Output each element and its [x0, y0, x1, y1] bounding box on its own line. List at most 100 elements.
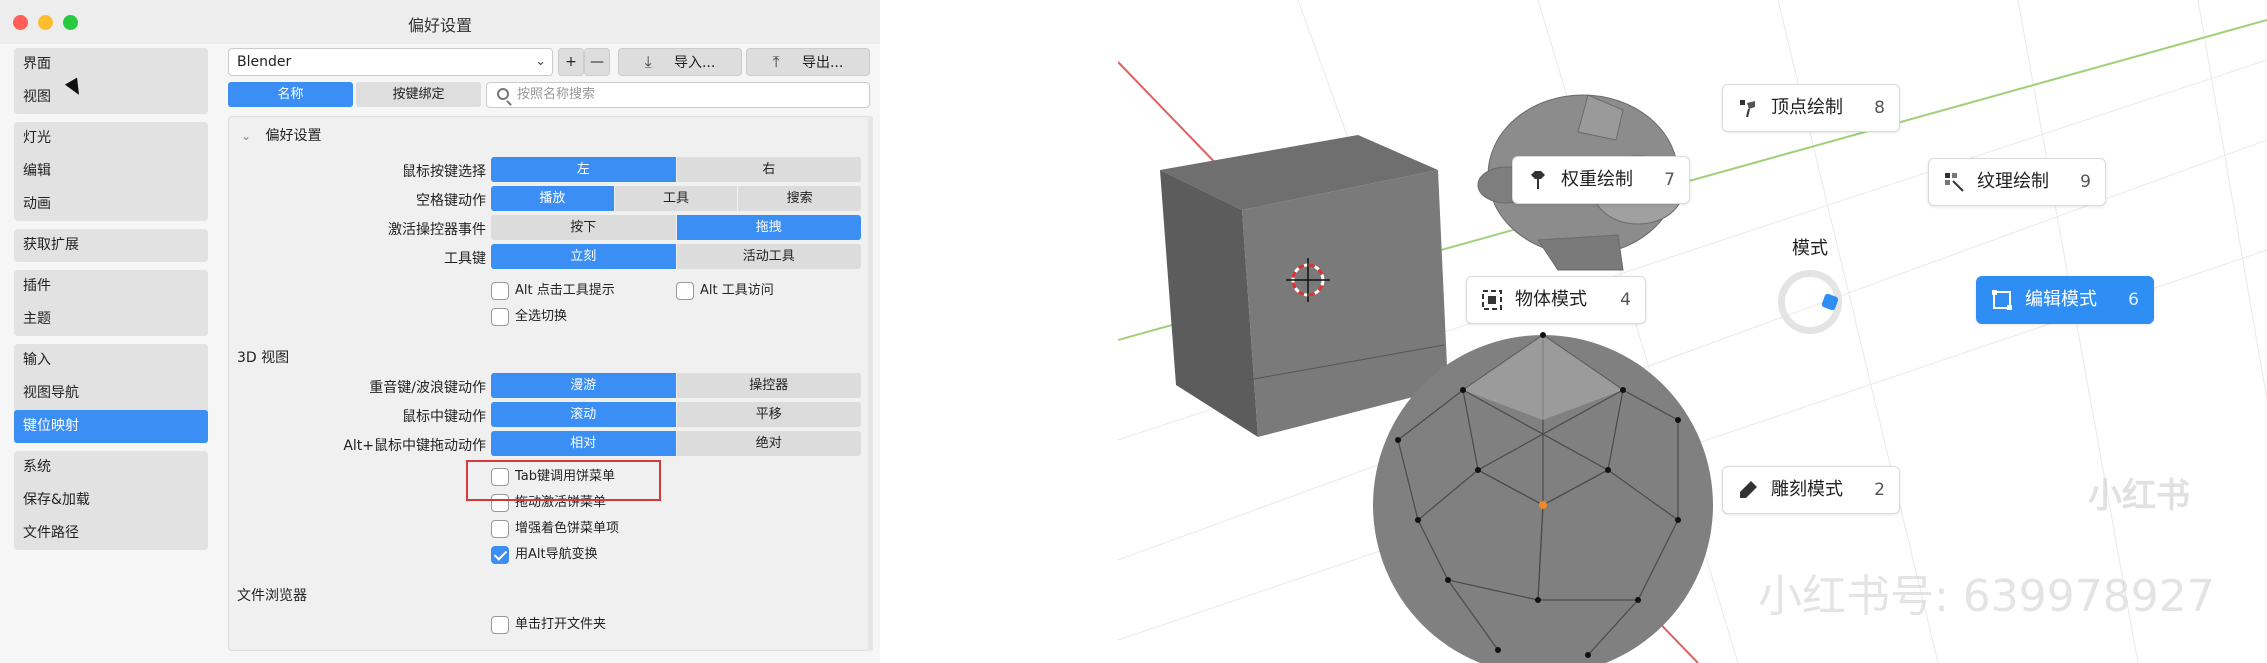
sidebar-group: 获取扩展 [14, 229, 208, 262]
export-button[interactable]: ⤒ 导出... [746, 48, 870, 76]
file-browser-section-title: 文件浏览器 [237, 588, 307, 604]
chevron-down-icon: ⌄ [241, 129, 252, 143]
single-click-open-folder-checkbox[interactable]: 单击打开文件夹 [491, 614, 606, 636]
option-search[interactable]: 搜索 [738, 186, 861, 211]
checkbox-label: 全选切换 [515, 309, 568, 324]
pie-direction-indicator [1778, 270, 1842, 334]
pie-item-weight-paint[interactable]: 权重绘制 7 [1512, 156, 1690, 204]
pie-item-object-mode[interactable]: 物体模式 4 [1466, 276, 1646, 324]
middle-mouse-row: 鼠标中键动作 滚动 平移 [229, 402, 871, 428]
import-button[interactable]: ⤓ 导入... [618, 48, 742, 76]
remove-preset-button[interactable]: — [584, 48, 610, 76]
sidebar-group: 输入 视图导航 键位映射 [14, 344, 208, 443]
sidebar-item-input[interactable]: 输入 [14, 344, 208, 377]
pie-item-shortcut: 4 [1620, 290, 1631, 310]
chevron-down-icon: ⌄ [535, 54, 546, 69]
row-label: 激活操控器事件 [388, 222, 486, 238]
preferences-window: 偏好设置 界面 视图 灯光 编辑 动画 获取扩展 插件 主题 输入 视图导航 键… [0, 0, 880, 663]
sidebar-item-addons[interactable]: 插件 [14, 270, 208, 303]
pie-item-shortcut: 6 [2128, 290, 2139, 310]
pie-item-label: 权重绘制 [1561, 169, 1633, 190]
pie-item-vertex-paint[interactable]: 顶点绘制 8 [1722, 84, 1900, 132]
row-label: 鼠标按键选择 [402, 164, 486, 180]
middle-mouse-toggle: 滚动 平移 [491, 402, 861, 427]
highlight-annotation-box [466, 460, 661, 501]
import-icon: ⤓ [644, 52, 652, 71]
sidebar-item-file-paths[interactable]: 文件路径 [14, 517, 208, 550]
option-press[interactable]: 按下 [491, 215, 677, 240]
spacebar-action-row: 空格键动作 播放 工具 搜索 [229, 186, 871, 212]
checkbox-box [676, 282, 694, 300]
grave-accent-row: 重音键/波浪键动作 漫游 操控器 [229, 373, 871, 399]
watermark-id: 小红书号: 639978927 [1758, 571, 2215, 622]
pie-item-edit-mode[interactable]: 编辑模式 6 [1976, 276, 2154, 324]
sidebar-item-editing[interactable]: 编辑 [14, 155, 208, 188]
sidebar-item-viewport[interactable]: 视图 [14, 81, 208, 114]
pie-item-shortcut: 7 [1664, 170, 1675, 190]
alt-click-tool-prompt-checkbox[interactable]: Alt 点击工具提示 [491, 280, 615, 302]
tool-keys-toggle: 立刻 活动工具 [491, 244, 861, 269]
sidebar-item-themes[interactable]: 主题 [14, 303, 208, 336]
pie-item-texture-paint[interactable]: 纹理绘制 9 [1928, 158, 2106, 206]
search-placeholder: 按照名称搜索 [517, 87, 596, 102]
3d-viewport[interactable]: 顶点绘制 8 权重绘制 7 纹理绘制 9 物体模式 4 模式 编辑模式 6 雕刻… [1118, 0, 2267, 663]
sidebar: 界面 视图 灯光 编辑 动画 获取扩展 插件 主题 输入 视图导航 键位映射 系… [14, 48, 208, 558]
pie-item-sculpt-mode[interactable]: 雕刻模式 2 [1722, 466, 1900, 514]
option-right[interactable]: 右 [676, 157, 861, 182]
alt-tool-access-checkbox[interactable]: Alt 工具访问 [676, 280, 774, 302]
pie-item-shortcut: 8 [1874, 98, 1885, 118]
search-icon [497, 88, 509, 100]
sidebar-item-navigation[interactable]: 视图导航 [14, 377, 208, 410]
option-tools[interactable]: 工具 [614, 186, 739, 211]
sidebar-item-animation[interactable]: 动画 [14, 188, 208, 221]
sculpt-mode-icon [1740, 481, 1757, 498]
spacebar-action-toggle: 播放 工具 搜索 [491, 186, 861, 211]
checkbox-box [491, 308, 509, 326]
option-absolute[interactable]: 绝对 [676, 431, 861, 456]
select-all-toggles-checkbox[interactable]: 全选切换 [491, 306, 567, 328]
row-label: 工具键 [444, 251, 486, 267]
gizmo-event-row: 激活操控器事件 按下 拖拽 [229, 215, 871, 241]
option-scroll[interactable]: 滚动 [491, 402, 677, 427]
sidebar-item-interface[interactable]: 界面 [14, 48, 208, 81]
preset-value: Blender [237, 54, 292, 70]
alt-middle-drag-row: Alt+鼠标中键拖动动作 相对 绝对 [229, 431, 871, 457]
option-play[interactable]: 播放 [491, 186, 615, 211]
keymap-preset-select[interactable]: Blender ⌄ [228, 48, 553, 76]
option-active-tool[interactable]: 活动工具 [676, 244, 861, 269]
pie-item-shortcut: 2 [1874, 480, 1885, 500]
option-immediate[interactable]: 立刻 [491, 244, 677, 269]
tab-name[interactable]: 名称 [228, 82, 353, 107]
sidebar-item-keymap[interactable]: 键位映射 [14, 410, 208, 443]
extra-shading-pie-checkbox[interactable]: 增强着色饼菜单项 [491, 518, 619, 540]
option-navigate[interactable]: 漫游 [491, 373, 677, 398]
export-label: 导出... [801, 55, 844, 71]
tool-keys-row: 工具键 立刻 活动工具 [229, 244, 871, 270]
add-preset-button[interactable]: + [558, 48, 584, 76]
select-mouse-row: 鼠标按键选择 左 右 [229, 157, 871, 183]
window-title: 偏好设置 [407, 16, 472, 35]
sidebar-item-get-extensions[interactable]: 获取扩展 [14, 229, 208, 262]
preferences-panel: ⌄ 偏好设置 鼠标按键选择 左 右 空格键动作 播放 工具 搜索 激活操控器事件… [228, 116, 870, 651]
cube-object [1160, 135, 1448, 437]
sidebar-item-save-load[interactable]: 保存&加载 [14, 484, 208, 517]
alt-navigation-checkbox[interactable]: 用Alt导航变换 [491, 544, 598, 566]
option-gizmo[interactable]: 操控器 [676, 373, 861, 398]
option-pan[interactable]: 平移 [676, 402, 861, 427]
search-input[interactable]: 按照名称搜索 [486, 82, 870, 108]
tab-key-binding[interactable]: 按键绑定 [356, 82, 481, 107]
option-drag[interactable]: 拖拽 [676, 215, 861, 240]
option-left[interactable]: 左 [491, 157, 677, 182]
pie-item-label: 编辑模式 [2025, 289, 2097, 310]
filter-tabs: 名称 按键绑定 按照名称搜索 [228, 82, 870, 109]
panel-scrollbar[interactable] [868, 116, 873, 651]
option-relative[interactable]: 相对 [491, 431, 677, 456]
checkbox-label: Alt 点击工具提示 [515, 283, 615, 298]
sidebar-group: 界面 视图 [14, 48, 208, 114]
pie-menu-title: 模式 [1792, 238, 1828, 259]
object-mode-icon [1482, 290, 1502, 310]
sidebar-item-lights[interactable]: 灯光 [14, 122, 208, 155]
preferences-section-header[interactable]: ⌄ 偏好设置 [241, 125, 322, 145]
checkbox-box [491, 616, 509, 634]
sidebar-item-system[interactable]: 系统 [14, 451, 208, 484]
